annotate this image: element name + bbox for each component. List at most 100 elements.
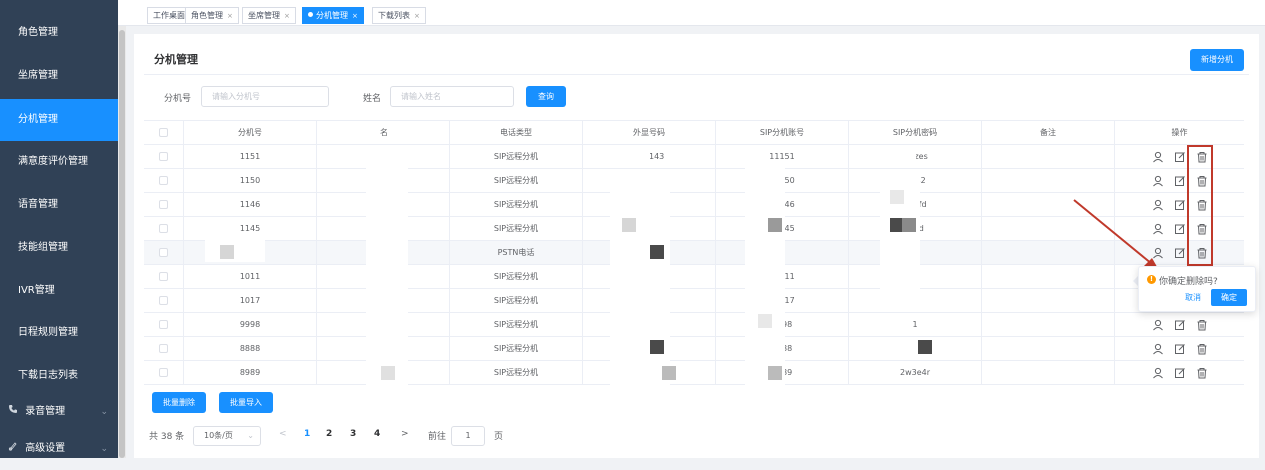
active-dot-icon bbox=[308, 12, 313, 17]
delete-icon[interactable] bbox=[1195, 337, 1209, 361]
close-icon[interactable]: × bbox=[414, 12, 420, 20]
table-row[interactable]: 1017SIP远程分机4311017ad bbox=[144, 289, 1244, 313]
next-page-button[interactable]: > bbox=[401, 429, 409, 439]
row-checkbox-cell[interactable] bbox=[144, 145, 184, 169]
cell-type: SIP远程分机 bbox=[450, 145, 583, 169]
redaction-mask bbox=[650, 245, 664, 259]
page-size-select[interactable]: 10条/页 ⌄ bbox=[193, 426, 261, 446]
name-filter-label: 姓名 bbox=[363, 94, 382, 104]
close-icon[interactable]: × bbox=[284, 12, 290, 20]
cell-ext: 9998 bbox=[184, 313, 317, 337]
redaction-mask bbox=[620, 150, 650, 164]
page-2[interactable]: 2 bbox=[326, 429, 332, 439]
query-button[interactable]: 查询 bbox=[526, 86, 566, 107]
cell-note bbox=[982, 313, 1115, 337]
row-checkbox[interactable] bbox=[159, 368, 168, 377]
row-checkbox-cell[interactable] bbox=[144, 289, 184, 313]
prev-page-button[interactable]: < bbox=[279, 429, 287, 439]
tab-label: 工作桌面 bbox=[153, 11, 185, 20]
sidebar-item-satisfaction[interactable]: 满意度评价管理 bbox=[0, 141, 118, 183]
phone-icon bbox=[8, 391, 20, 433]
page-size-value: 10条/页 bbox=[204, 431, 233, 440]
table-row[interactable]: 8989SIP远程分机0213189892w3e4r bbox=[144, 361, 1244, 385]
tab-agent[interactable]: 坐席管理 × bbox=[242, 7, 296, 24]
redaction-mask bbox=[768, 218, 782, 232]
cell-type: SIP远程分机 bbox=[450, 289, 583, 313]
row-checkbox[interactable] bbox=[159, 320, 168, 329]
popover-cancel-button[interactable]: 取消 bbox=[1185, 292, 1201, 303]
add-extension-button[interactable]: 新增分机 bbox=[1190, 49, 1244, 71]
row-checkbox-cell[interactable] bbox=[144, 313, 184, 337]
scrollbar-thumb[interactable] bbox=[119, 30, 125, 458]
delete-icon[interactable] bbox=[1195, 361, 1209, 385]
table-row[interactable]: 1151SIP远程分机33514311151cmzes bbox=[144, 145, 1244, 169]
col-header-ext: 分机号 bbox=[184, 121, 317, 145]
row-checkbox[interactable] bbox=[159, 272, 168, 281]
cell-note bbox=[982, 337, 1115, 361]
cell-type: PSTN电话 bbox=[450, 241, 583, 265]
sidebar-item-label: 分机管理 bbox=[18, 114, 58, 125]
user-icon[interactable] bbox=[1151, 337, 1165, 361]
col-header-pwd: SIP分机密码 bbox=[849, 121, 982, 145]
edit-icon[interactable] bbox=[1173, 361, 1187, 385]
edit-icon[interactable] bbox=[1173, 337, 1187, 361]
sidebar-item-label: 日程规则管理 bbox=[18, 327, 78, 338]
close-icon[interactable]: × bbox=[352, 12, 358, 20]
row-checkbox-cell[interactable] bbox=[144, 265, 184, 289]
user-icon[interactable] bbox=[1151, 313, 1165, 337]
name-search-input[interactable]: 请输入姓名 bbox=[390, 86, 514, 107]
actions-cell bbox=[1115, 337, 1244, 361]
tab-label: 坐席管理 bbox=[248, 11, 280, 20]
select-all-checkbox-cell[interactable] bbox=[144, 121, 184, 145]
tab-extension[interactable]: 分机管理 × bbox=[302, 7, 364, 24]
tab-download[interactable]: 下载列表 × bbox=[372, 7, 426, 24]
page-3[interactable]: 3 bbox=[350, 429, 356, 439]
row-checkbox-cell[interactable] bbox=[144, 337, 184, 361]
table-row[interactable]: 8888SIP远程分机028888 bbox=[144, 337, 1244, 361]
tab-role[interactable]: 角色管理 × bbox=[185, 7, 239, 24]
sidebar-item-advanced[interactable]: 高级设置 ⌄ bbox=[0, 428, 118, 470]
sidebar-item-recording[interactable]: 录音管理 ⌄ bbox=[0, 391, 118, 433]
sidebar-item-skill-group[interactable]: 技能组管理 bbox=[0, 227, 118, 269]
page-1[interactable]: 1 bbox=[304, 429, 310, 439]
col-header-type: 电话类型 bbox=[450, 121, 583, 145]
edit-icon[interactable] bbox=[1173, 145, 1187, 169]
user-icon[interactable] bbox=[1151, 361, 1165, 385]
goto-page-input[interactable]: 1 bbox=[451, 426, 485, 446]
batch-delete-button[interactable]: 批量删除 bbox=[152, 392, 206, 413]
sidebar-item-role[interactable]: 角色管理 bbox=[0, 12, 118, 54]
edit-icon[interactable] bbox=[1173, 313, 1187, 337]
sidebar-item-agent[interactable]: 坐席管理 bbox=[0, 55, 118, 97]
tab-label: 角色管理 bbox=[191, 11, 223, 20]
row-checkbox-cell[interactable] bbox=[144, 193, 184, 217]
row-checkbox[interactable] bbox=[159, 176, 168, 185]
sidebar-item-label: 语音管理 bbox=[18, 199, 58, 210]
sidebar-item-voice[interactable]: 语音管理 bbox=[0, 184, 118, 226]
popover-confirm-button[interactable]: 确定 bbox=[1211, 289, 1247, 306]
delete-icon[interactable] bbox=[1195, 313, 1209, 337]
sidebar-item-extension[interactable]: 分机管理 bbox=[0, 99, 118, 141]
row-checkbox-cell[interactable] bbox=[144, 217, 184, 241]
col-header-note: 备注 bbox=[982, 121, 1115, 145]
row-checkbox[interactable] bbox=[159, 296, 168, 305]
row-checkbox[interactable] bbox=[159, 248, 168, 257]
sidebar-item-schedule[interactable]: 日程规则管理 bbox=[0, 312, 118, 354]
close-icon[interactable]: × bbox=[227, 12, 233, 20]
row-checkbox[interactable] bbox=[159, 344, 168, 353]
row-checkbox-cell[interactable] bbox=[144, 361, 184, 385]
user-icon[interactable] bbox=[1151, 145, 1165, 169]
row-checkbox[interactable] bbox=[159, 152, 168, 161]
sidebar-item-ivr[interactable]: IVR管理 bbox=[0, 270, 118, 312]
batch-import-button[interactable]: 批量导入 bbox=[219, 392, 273, 413]
row-checkbox-cell[interactable] bbox=[144, 241, 184, 265]
tab-label: 分机管理 bbox=[316, 11, 348, 20]
row-checkbox-cell[interactable] bbox=[144, 169, 184, 193]
row-checkbox[interactable] bbox=[159, 224, 168, 233]
table-row[interactable]: 9998SIP远程分机99981 bbox=[144, 313, 1244, 337]
redaction-mask bbox=[366, 165, 408, 395]
row-checkbox[interactable] bbox=[159, 200, 168, 209]
redaction-mask bbox=[890, 150, 916, 164]
select-all-checkbox[interactable] bbox=[159, 128, 168, 137]
ext-search-input[interactable]: 请输入分机号 bbox=[201, 86, 329, 107]
page-4[interactable]: 4 bbox=[374, 429, 380, 439]
